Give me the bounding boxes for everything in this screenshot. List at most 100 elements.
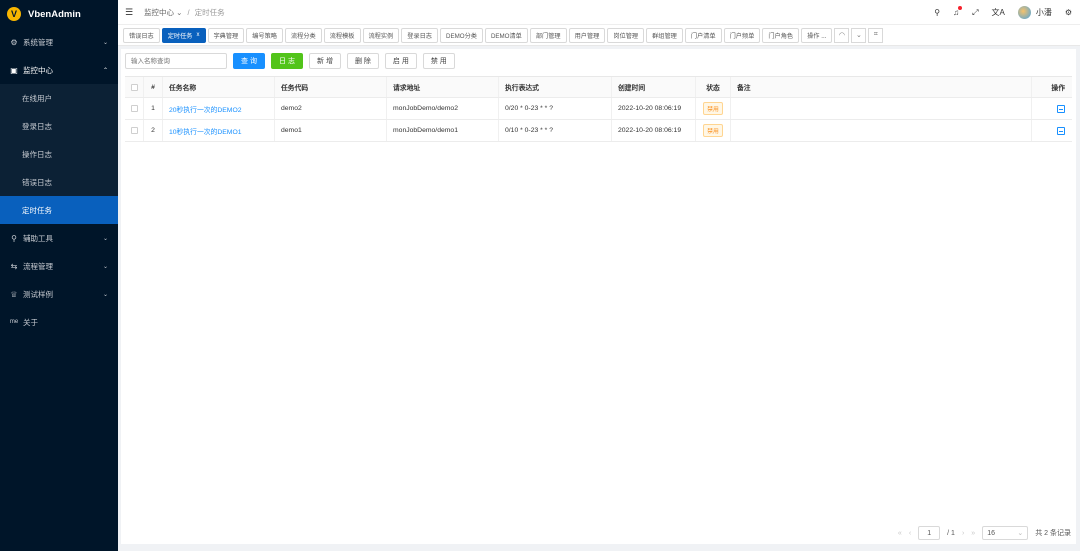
- task-url: monJobDemo/demo1: [387, 120, 499, 141]
- sidebar-item-error-log[interactable]: 错误日志: [0, 168, 118, 196]
- tabs-bar: 错误日志 定时任务 x 字典管理 编号策略 流程分类 流程模板 流程实例 登录日志…: [118, 25, 1080, 46]
- tab-flow-instance[interactable]: 流程实例: [362, 27, 400, 43]
- vben-logo-icon: V: [7, 7, 21, 21]
- fullscreen-icon[interactable]: ⤢: [972, 8, 978, 18]
- last-page-icon[interactable]: »: [971, 530, 975, 537]
- avatar: [1017, 6, 1031, 19]
- header-code: 任务代码: [275, 77, 387, 97]
- next-page-icon[interactable]: ›: [962, 530, 964, 537]
- task-cron: 0/20 * 0-23 * * ?: [499, 98, 612, 119]
- tab-demo-category[interactable]: DEMO分类: [440, 27, 483, 43]
- header-remark: 备注: [731, 77, 1032, 97]
- sidebar-item-system[interactable]: ⚙ 系统管理 ⌄: [0, 28, 118, 56]
- chevron-down-icon: ⌄: [102, 39, 108, 46]
- sidebar-item-about[interactable]: me 关于: [0, 308, 118, 336]
- task-code: demo1: [275, 120, 387, 141]
- op-cell: [1032, 98, 1072, 119]
- task-name-link[interactable]: 20秒执行一次的DEMO2: [163, 98, 275, 119]
- tab-dictionary[interactable]: 字典管理: [207, 27, 245, 43]
- bell-icon[interactable]: ♫: [953, 6, 963, 17]
- sidebar-item-label: 登录日志: [22, 121, 52, 131]
- add-button[interactable]: 新 增: [309, 53, 341, 69]
- breadcrumb-parent[interactable]: 监控中心: [144, 8, 174, 17]
- tab-flow-template[interactable]: 流程模板: [323, 27, 361, 43]
- user-name: 小潘: [1035, 8, 1052, 17]
- table-row[interactable]: 2 10秒执行一次的DEMO1 demo1 monJobDemo/demo1 0…: [125, 120, 1072, 142]
- sidebar-item-workflow[interactable]: ⇆ 流程管理 ⌄: [0, 252, 118, 280]
- info-icon: me: [9, 319, 19, 325]
- tab-flow-category[interactable]: 流程分类: [285, 27, 322, 43]
- search-icon[interactable]: ⚲: [934, 8, 940, 17]
- header-index: #: [144, 77, 163, 97]
- wrench-icon: ⚲: [11, 233, 17, 243]
- select-all-checkbox[interactable]: [130, 83, 138, 91]
- edit-icon[interactable]: [1057, 126, 1065, 135]
- logo[interactable]: V VbenAdmin: [0, 0, 118, 28]
- sidebar-item-online-users[interactable]: 在线用户: [0, 84, 118, 112]
- settings-icon[interactable]: ⚙: [1065, 8, 1072, 17]
- sidebar-item-label: 辅助工具: [23, 233, 53, 243]
- breadcrumb: 监控中心 ⌄ / 定时任务: [144, 7, 225, 18]
- enable-button[interactable]: 启 用: [384, 53, 417, 69]
- tab-group[interactable]: 群组管理: [646, 27, 683, 43]
- menu-fold-icon[interactable]: ☰: [125, 7, 135, 18]
- sidebar-item-operation-log[interactable]: 操作日志: [0, 140, 118, 168]
- user-dropdown[interactable]: 小潘: [1017, 6, 1052, 19]
- tab-position[interactable]: 岗位管理: [607, 27, 645, 43]
- table-row[interactable]: 1 20秒执行一次的DEMO2 demo2 monJobDemo/demo2 0…: [125, 98, 1072, 120]
- tab-more[interactable]: 操作 ...: [801, 27, 833, 43]
- task-code: demo2: [275, 98, 387, 119]
- row-checkbox[interactable]: [130, 127, 138, 134]
- log-button[interactable]: 日 志: [271, 53, 303, 69]
- task-name-link[interactable]: 10秒执行一次的DEMO1: [163, 120, 275, 141]
- tab-user[interactable]: 用户管理: [568, 27, 606, 43]
- tab-portal-role[interactable]: 门户角色: [762, 27, 800, 43]
- prev-page-icon[interactable]: ‹: [909, 530, 911, 537]
- header-status: 状态: [696, 77, 731, 97]
- chevron-up-icon: ⌃: [102, 67, 108, 74]
- tab-scheduled-tasks[interactable]: 定时任务 x: [161, 27, 206, 43]
- tab-login-log[interactable]: 登录日志: [401, 27, 438, 43]
- breadcrumb-current: 定时任务: [194, 7, 225, 17]
- op-cell: [1032, 120, 1072, 141]
- sidebar-item-login-log[interactable]: 登录日志: [0, 112, 118, 140]
- header: ☰ 监控中心 ⌄ / 定时任务 ⚲ ♫ ⤢ 文A 小潘 ⚙: [118, 0, 1080, 25]
- close-icon[interactable]: x: [197, 32, 200, 38]
- tab-error-log[interactable]: 错误日志: [123, 27, 160, 43]
- chevron-down-icon: ⌄: [102, 235, 108, 242]
- task-cron: 0/10 * 0-23 * * ?: [499, 120, 612, 141]
- sidebar-item-monitor[interactable]: ▣ 监控中心 ⌃: [0, 56, 118, 84]
- task-created: 2022-10-20 08:06:19: [612, 120, 696, 141]
- row-checkbox[interactable]: [130, 105, 138, 112]
- first-page-icon[interactable]: «: [898, 530, 902, 537]
- tab-demo-list[interactable]: DEMO清单: [484, 27, 528, 43]
- sidebar-item-test-samples[interactable]: ♕ 测试样例 ⌄: [0, 280, 118, 308]
- query-button[interactable]: 查 询: [233, 53, 265, 69]
- monitor-icon: ▣: [10, 65, 18, 75]
- delete-button[interactable]: 删 除: [346, 53, 379, 69]
- tab-label: 定时任务: [167, 32, 193, 40]
- sidebar-item-scheduled-tasks[interactable]: 定时任务: [0, 196, 118, 224]
- task-created: 2022-10-20 08:06:19: [612, 98, 696, 119]
- refresh-icon[interactable]: ◠: [834, 27, 850, 43]
- tasks-table: # 任务名称 任务代码 请求地址 执行表达式 创建时间 状态 备注 操作 1 2…: [125, 76, 1072, 142]
- total-records: 共 2 条记录: [1035, 530, 1071, 537]
- translate-icon[interactable]: 文A: [991, 7, 1004, 18]
- edit-icon[interactable]: [1057, 104, 1065, 113]
- tab-portal-menu[interactable]: 门户频单: [723, 27, 761, 43]
- expand-icon[interactable]: ⌗: [868, 27, 884, 43]
- sidebar-item-tools[interactable]: ⚲ 辅助工具 ⌄: [0, 224, 118, 252]
- search-input[interactable]: [125, 53, 227, 69]
- chevron-down-icon: ⌄: [1017, 530, 1024, 537]
- tab-department[interactable]: 部门管理: [529, 27, 567, 43]
- chevron-down-icon[interactable]: ⌄: [851, 27, 867, 43]
- tab-numbering-policy[interactable]: 编号策略: [246, 27, 283, 43]
- page-size-select[interactable]: 16 ⌄: [982, 526, 1029, 540]
- disable-button[interactable]: 禁 用: [422, 53, 455, 69]
- page-number-input[interactable]: 1: [918, 526, 941, 540]
- notification-dot: [958, 6, 963, 10]
- header-name: 任务名称: [163, 77, 275, 97]
- tab-portal-list[interactable]: 门户清单: [684, 27, 722, 43]
- page-size-value: 16: [987, 529, 995, 537]
- chevron-down-icon: ⌄: [102, 291, 108, 298]
